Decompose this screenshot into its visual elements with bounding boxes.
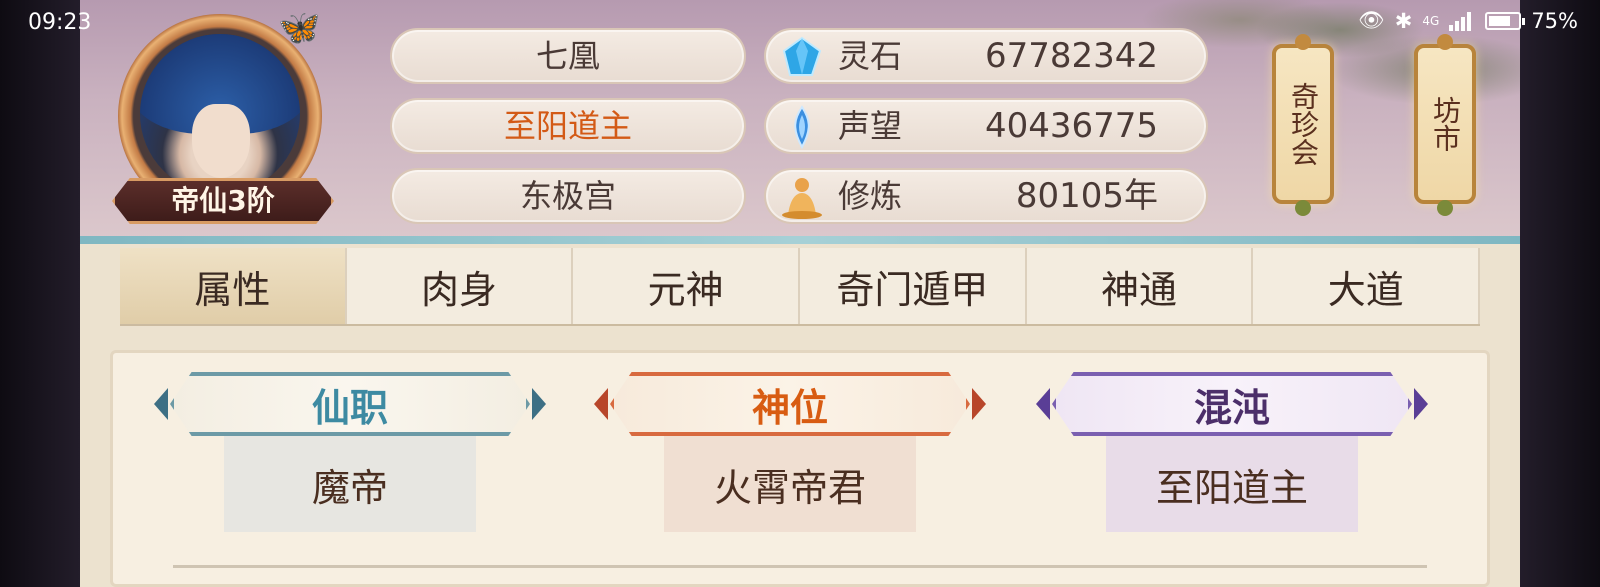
player-sect: 东极宫	[390, 168, 746, 224]
tab-bar: 属性 肉身 元神 奇门遁甲 神通 大道	[120, 248, 1481, 326]
resource-label: 修炼	[838, 177, 903, 215]
rank-badge: 帝仙3阶	[112, 178, 334, 224]
lantern-market[interactable]: 坊市	[1414, 44, 1476, 204]
avatar[interactable]	[140, 34, 300, 194]
left-frame	[0, 0, 80, 587]
battery-icon	[1485, 11, 1526, 30]
battery-percent: 75%	[1531, 8, 1578, 33]
bluetooth-icon: ✱	[1394, 8, 1413, 33]
tab-divine-powers[interactable]: 神通	[1027, 248, 1254, 324]
arrow-right-icon	[532, 388, 546, 420]
lantern-treasure-auction[interactable]: 奇珍会	[1272, 44, 1334, 204]
resource-cultivation: 修炼 80105年	[764, 168, 1208, 224]
card-value: 魔帝	[224, 436, 476, 532]
resource-spirit-stone: 灵石 67782342	[764, 28, 1208, 84]
tab-great-dao[interactable]: 大道	[1253, 248, 1481, 324]
resource-value: 80105年	[1015, 176, 1158, 216]
resource-label: 灵石	[838, 37, 903, 75]
signal-icon	[1449, 11, 1475, 31]
cultivation-icon	[782, 178, 822, 219]
card-immortal-post: 仙职 魔帝	[154, 370, 546, 546]
player-title: 至阳道主	[390, 98, 746, 154]
resource-value: 40436775	[984, 106, 1158, 146]
resource-reputation: 声望 40436775	[764, 98, 1208, 154]
arrow-left-icon	[594, 388, 608, 420]
card-header: 混沌	[1052, 372, 1412, 436]
card-chaos: 混沌 至阳道主	[1036, 370, 1428, 546]
card-value: 至阳道主	[1106, 436, 1358, 532]
right-frame	[1520, 0, 1600, 587]
tab-attributes[interactable]: 属性	[120, 248, 347, 324]
resource-value: 67782342	[984, 36, 1158, 76]
tab-body[interactable]: 肉身	[347, 248, 574, 324]
resource-label: 声望	[838, 107, 903, 145]
tab-soul[interactable]: 元神	[573, 248, 801, 324]
player-name: 七凰	[390, 28, 746, 84]
avatar-face	[192, 104, 250, 178]
butterfly-icon: 🦋	[278, 8, 321, 48]
arrow-left-icon	[154, 388, 168, 420]
header-divider	[80, 236, 1520, 244]
arrow-right-icon	[1414, 388, 1428, 420]
arrow-right-icon	[972, 388, 986, 420]
eye-icon: 👁	[1358, 8, 1385, 32]
reputation-icon	[794, 105, 810, 149]
tab-qimen-dunjia[interactable]: 奇门遁甲	[800, 248, 1027, 324]
card-header: 仙职	[170, 372, 530, 436]
spirit-stone-icon	[782, 36, 822, 76]
card-value: 火霄帝君	[664, 436, 916, 532]
card-divine-rank: 神位 火霄帝君	[594, 370, 986, 546]
lantern-label: 坊市	[1429, 96, 1462, 152]
status-icons: 👁 ✱ 4G 75%	[1358, 8, 1578, 33]
status-time: 09:23	[28, 10, 92, 35]
arrow-left-icon	[1036, 388, 1050, 420]
network-label: 4G	[1422, 13, 1440, 28]
lantern-label: 奇珍会	[1287, 82, 1320, 166]
card-header: 神位	[610, 372, 970, 436]
